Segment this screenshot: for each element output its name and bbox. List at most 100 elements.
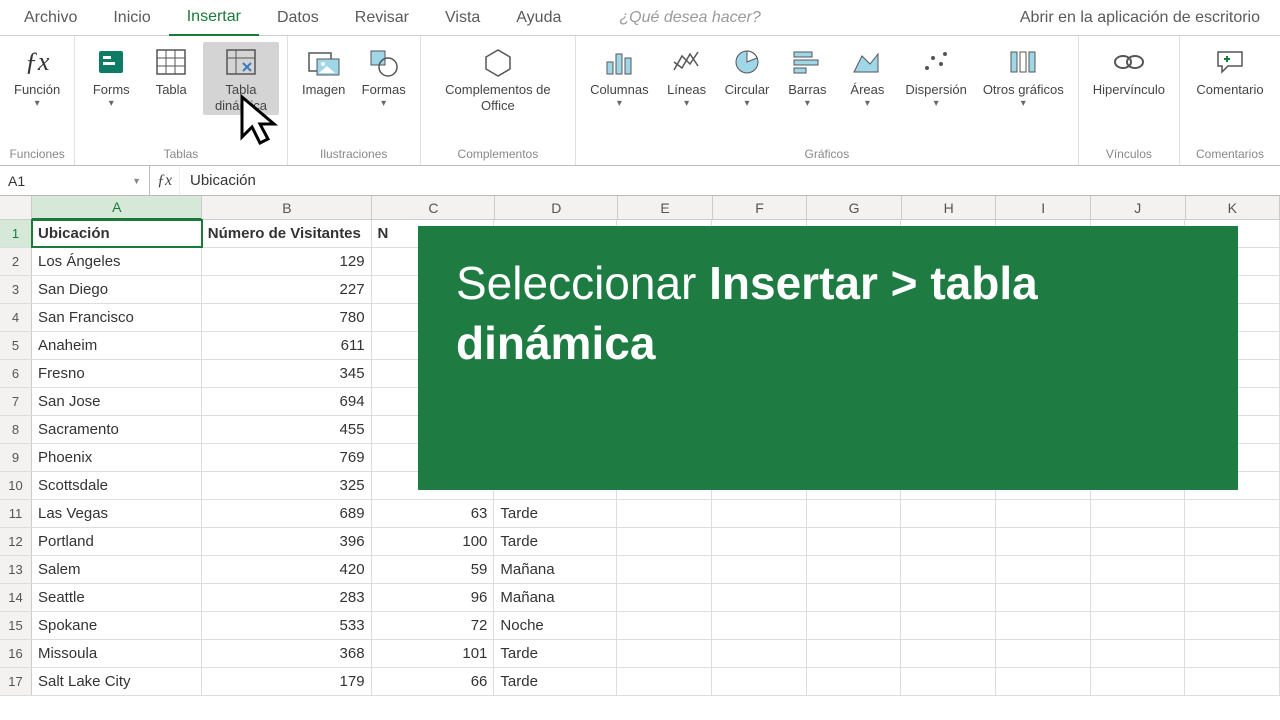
imagen-button[interactable]: Imagen — [296, 42, 352, 100]
cell[interactable]: Tarde — [494, 640, 617, 667]
cell[interactable] — [807, 668, 902, 695]
cell[interactable] — [901, 612, 996, 639]
row-header[interactable]: 16 — [0, 640, 32, 667]
cell[interactable] — [1185, 584, 1280, 611]
column-header-K[interactable]: K — [1186, 196, 1280, 219]
cell[interactable] — [617, 528, 712, 555]
cell[interactable]: 396 — [202, 528, 372, 555]
name-box[interactable]: A1 ▼ — [0, 166, 150, 195]
cell[interactable] — [617, 668, 712, 695]
cell[interactable] — [807, 556, 902, 583]
row-header[interactable]: 10 — [0, 472, 32, 499]
cell[interactable]: Anaheim — [32, 332, 202, 359]
cell[interactable] — [1091, 528, 1186, 555]
cell[interactable] — [1185, 640, 1280, 667]
tab-revisar[interactable]: Revisar — [337, 0, 427, 35]
cell[interactable]: San Diego — [32, 276, 202, 303]
cell[interactable]: 72 — [372, 612, 495, 639]
row-header[interactable]: 11 — [0, 500, 32, 527]
cell[interactable] — [996, 612, 1091, 639]
column-header-G[interactable]: G — [807, 196, 902, 219]
cell[interactable] — [901, 528, 996, 555]
lineas-button[interactable]: Líneas▾ — [659, 42, 715, 112]
column-header-D[interactable]: D — [495, 196, 618, 219]
cell[interactable] — [617, 500, 712, 527]
row-header[interactable]: 3 — [0, 276, 32, 303]
cell[interactable]: Las Vegas — [32, 500, 202, 527]
cell[interactable]: Sacramento — [32, 416, 202, 443]
forms-button[interactable]: Forms▾ — [83, 42, 139, 112]
cell[interactable]: 227 — [202, 276, 372, 303]
cell[interactable]: San Jose — [32, 388, 202, 415]
cell[interactable] — [617, 584, 712, 611]
column-header-E[interactable]: E — [618, 196, 713, 219]
cell[interactable] — [712, 528, 807, 555]
cell[interactable]: 100 — [372, 528, 495, 555]
cell[interactable] — [617, 640, 712, 667]
tabla-button[interactable]: Tabla — [143, 42, 199, 100]
cell[interactable]: Fresno — [32, 360, 202, 387]
cell[interactable] — [712, 584, 807, 611]
cell[interactable] — [901, 584, 996, 611]
comentario-button[interactable]: Comentario — [1188, 42, 1272, 100]
cell[interactable]: Scottsdale — [32, 472, 202, 499]
column-header-F[interactable]: F — [713, 196, 808, 219]
cell[interactable]: 533 — [202, 612, 372, 639]
tab-vista[interactable]: Vista — [427, 0, 498, 35]
cell[interactable]: Ubicación — [32, 220, 202, 247]
cell[interactable] — [712, 500, 807, 527]
row-header[interactable]: 2 — [0, 248, 32, 275]
row-header[interactable]: 15 — [0, 612, 32, 639]
row-header[interactable]: 12 — [0, 528, 32, 555]
cell[interactable] — [1185, 668, 1280, 695]
cell[interactable] — [712, 556, 807, 583]
cell[interactable] — [1091, 612, 1186, 639]
cell[interactable]: 611 — [202, 332, 372, 359]
column-header-J[interactable]: J — [1091, 196, 1186, 219]
cell[interactable]: 59 — [372, 556, 495, 583]
cell[interactable] — [807, 640, 902, 667]
column-header-B[interactable]: B — [202, 196, 372, 219]
cell[interactable] — [712, 612, 807, 639]
cell[interactable] — [617, 612, 712, 639]
cell[interactable]: Missoula — [32, 640, 202, 667]
cell[interactable] — [901, 556, 996, 583]
cell[interactable] — [807, 612, 902, 639]
fx-button[interactable]: ƒx — [150, 166, 180, 195]
open-desktop-app[interactable]: Abrir en la aplicación de escritorio — [1002, 0, 1274, 35]
columnas-button[interactable]: Columnas▾ — [584, 42, 655, 112]
cell[interactable]: 101 — [372, 640, 495, 667]
row-header[interactable]: 4 — [0, 304, 32, 331]
row-header[interactable]: 5 — [0, 332, 32, 359]
tabla-dinamica-button[interactable]: Tabla dinámica — [203, 42, 278, 115]
cell[interactable] — [1185, 528, 1280, 555]
row-header[interactable]: 17 — [0, 668, 32, 695]
cell[interactable] — [1091, 556, 1186, 583]
tab-insertar[interactable]: Insertar — [169, 1, 259, 36]
cell[interactable]: 368 — [202, 640, 372, 667]
cell[interactable] — [901, 500, 996, 527]
tab-ayuda[interactable]: Ayuda — [498, 0, 579, 35]
row-header[interactable]: 7 — [0, 388, 32, 415]
cell[interactable]: Tarde — [494, 668, 617, 695]
cell[interactable] — [1091, 640, 1186, 667]
tab-inicio[interactable]: Inicio — [95, 0, 168, 35]
column-header-I[interactable]: I — [996, 196, 1091, 219]
hipervinculo-button[interactable]: Hipervínculo — [1087, 42, 1171, 100]
cell[interactable]: 63 — [372, 500, 495, 527]
complementos-button[interactable]: Complementos de Office — [429, 42, 567, 115]
cell[interactable] — [1185, 500, 1280, 527]
tell-me-search[interactable]: ¿Qué desea hacer? — [579, 9, 1002, 27]
cell[interactable]: 129 — [202, 248, 372, 275]
cell[interactable]: 689 — [202, 500, 372, 527]
formula-input[interactable]: Ubicación — [180, 172, 1280, 189]
cell[interactable] — [1185, 612, 1280, 639]
cell[interactable] — [901, 668, 996, 695]
cell[interactable]: Noche — [494, 612, 617, 639]
cell[interactable]: Mañana — [494, 584, 617, 611]
cell[interactable]: Spokane — [32, 612, 202, 639]
cell[interactable] — [996, 556, 1091, 583]
formas-button[interactable]: Formas▾ — [356, 42, 412, 112]
areas-button[interactable]: Áreas▾ — [839, 42, 895, 112]
cell[interactable] — [996, 528, 1091, 555]
